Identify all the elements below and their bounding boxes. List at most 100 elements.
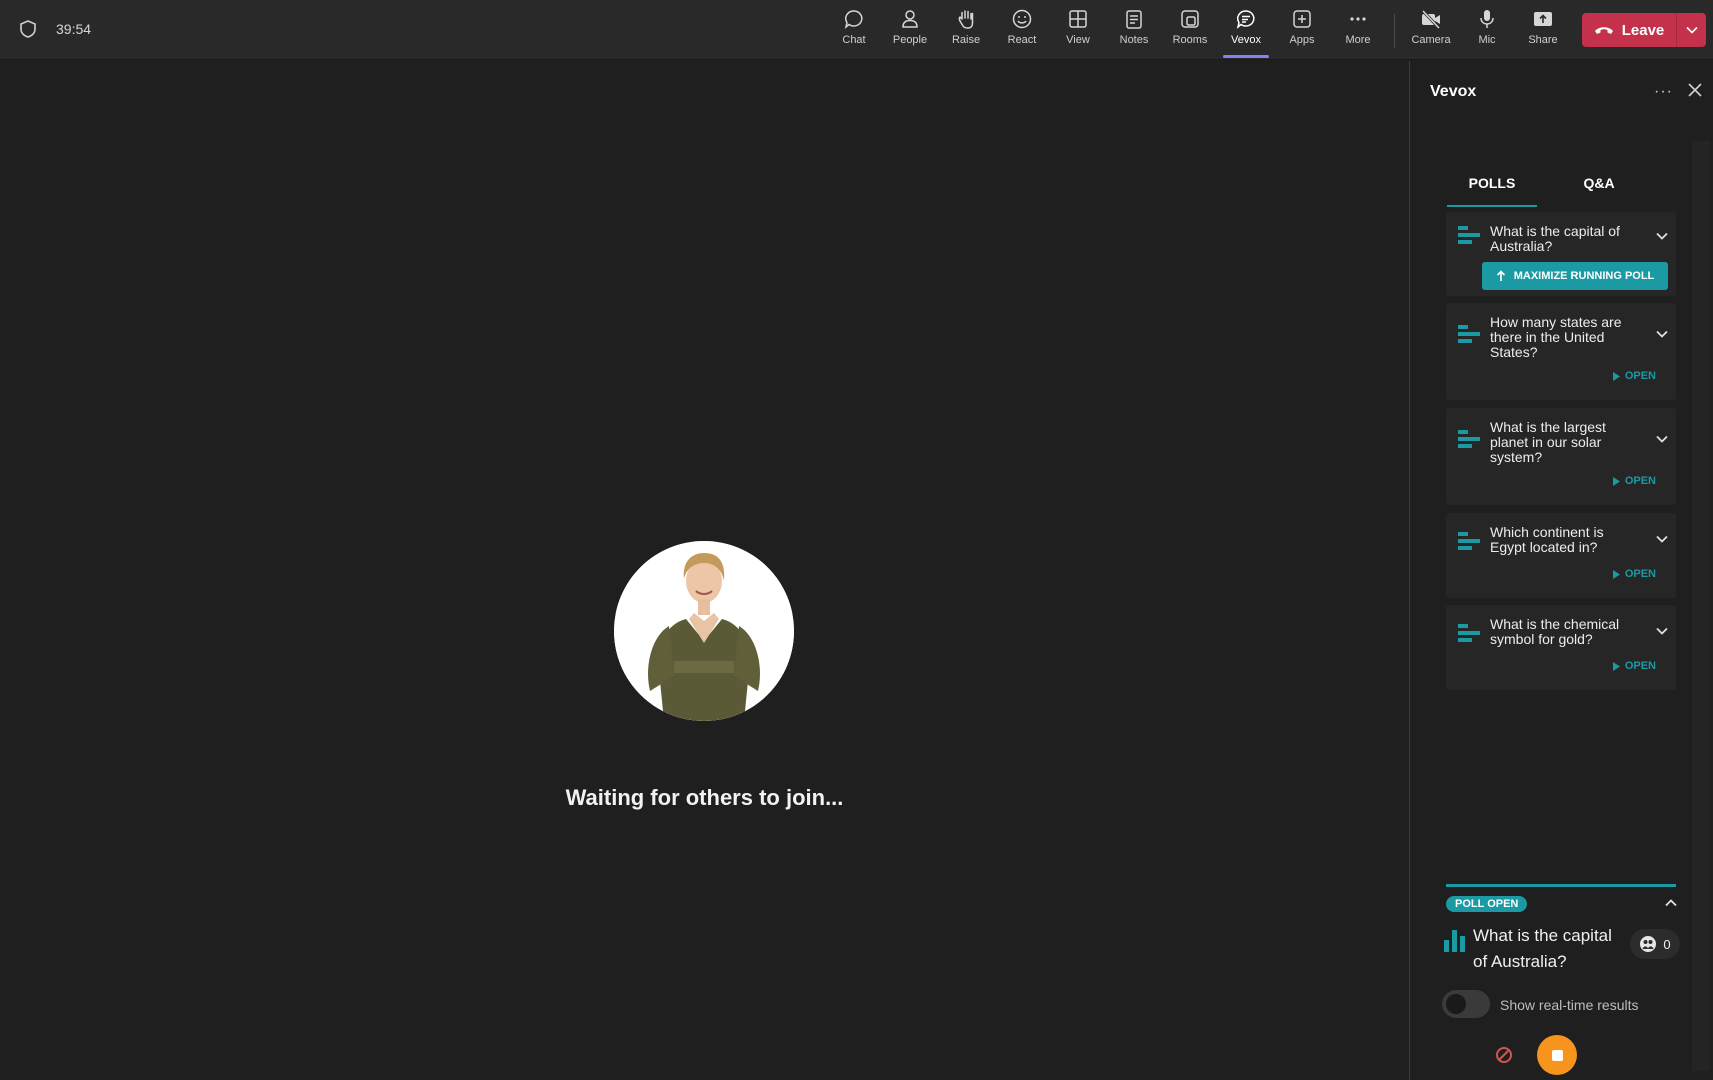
stop-icon	[1551, 1049, 1563, 1061]
share-button[interactable]: Share	[1515, 8, 1571, 54]
play-icon	[1612, 371, 1620, 381]
rooms-icon	[1181, 10, 1199, 28]
people-label: People	[892, 34, 928, 46]
vevox-label: Vevox	[1231, 34, 1261, 46]
tab-qa[interactable]: Q&A	[1564, 165, 1634, 207]
more-icon	[1350, 17, 1366, 21]
react-label: React	[1007, 34, 1037, 46]
rooms-button[interactable]: Rooms	[1162, 8, 1218, 54]
poll-question: What is the chemical symbol for gold?	[1490, 616, 1620, 647]
waiting-message: Waiting for others to join...	[565, 785, 844, 810]
chevron-down-icon[interactable]	[1656, 535, 1668, 543]
poll-question: What is the largest planet in our solar …	[1490, 419, 1606, 465]
poll-bars-icon	[1458, 430, 1480, 448]
chevron-down-icon[interactable]	[1656, 627, 1668, 635]
mic-label: Mic	[1478, 34, 1496, 46]
ban-icon[interactable]	[1494, 1045, 1514, 1065]
poll-card[interactable]: What is the chemical symbol for gold? OP…	[1446, 605, 1676, 690]
leave-label: Leave	[1621, 21, 1665, 39]
open-label: OPEN	[1624, 370, 1656, 382]
panel-title: Vevox	[1430, 83, 1477, 100]
vevox-button[interactable]: Vevox	[1218, 8, 1274, 58]
view-label: View	[1066, 34, 1090, 46]
open-label: OPEN	[1624, 660, 1656, 672]
poll-card[interactable]: What is the largest planet in our solar …	[1446, 408, 1676, 505]
live-poll-divider	[1446, 884, 1676, 887]
poll-bars-icon	[1458, 226, 1480, 244]
raise-label: Raise	[951, 34, 981, 46]
phone-hangup-icon	[1594, 27, 1613, 34]
raise-hand-icon	[958, 10, 974, 29]
response-count-value: 0	[1663, 936, 1671, 952]
rooms-label: Rooms	[1172, 34, 1208, 46]
meeting-timer: 39:54	[56, 21, 92, 37]
avatar-photo	[614, 541, 794, 721]
camera-button[interactable]: Camera	[1403, 8, 1459, 54]
leave-main[interactable]: Leave	[1582, 13, 1676, 47]
meeting-toolbar: 39:54 Chat People Raise React View Notes…	[0, 0, 1713, 60]
apps-label: Apps	[1289, 34, 1315, 46]
panel-more-button[interactable]: ···	[1654, 83, 1673, 101]
poll-bars-icon	[1458, 325, 1480, 343]
mic-button[interactable]: Mic	[1459, 8, 1515, 54]
chevron-down-icon[interactable]	[1656, 330, 1668, 338]
open-label: OPEN	[1624, 568, 1656, 580]
open-poll-button[interactable]: OPEN	[1612, 660, 1656, 672]
leave-button[interactable]: Leave	[1582, 13, 1706, 47]
notes-button[interactable]: Notes	[1106, 8, 1162, 54]
open-label: OPEN	[1624, 475, 1656, 487]
toggle-knob	[1446, 994, 1466, 1014]
poll-question: Which continent is Egypt located in?	[1490, 524, 1604, 555]
maximize-label: MAXIMIZE RUNNING POLL	[1513, 270, 1655, 282]
tab-polls[interactable]: POLLS	[1447, 165, 1537, 207]
apps-icon	[1293, 10, 1311, 28]
toolbar-divider	[1394, 14, 1395, 48]
bar-chart-icon	[1444, 930, 1465, 952]
camera-off-icon	[1421, 9, 1441, 30]
poll-card[interactable]: How many states are there in the United …	[1446, 303, 1676, 400]
poll-card[interactable]: What is the capital of Australia? MAXIMI…	[1446, 212, 1676, 296]
maximize-running-poll-button[interactable]: MAXIMIZE RUNNING POLL	[1482, 262, 1668, 290]
open-poll-button[interactable]: OPEN	[1612, 370, 1656, 382]
raise-hand-button[interactable]: Raise	[938, 8, 994, 54]
react-icon	[1012, 9, 1032, 29]
shield-icon	[20, 20, 36, 38]
meeting-stage: Waiting for others to join...	[0, 61, 1409, 1080]
real-time-results-toggle[interactable]	[1442, 990, 1490, 1018]
view-button[interactable]: View	[1050, 8, 1106, 54]
poll-question: What is the capital of Australia?	[1490, 223, 1620, 254]
leave-options-button[interactable]	[1676, 13, 1706, 47]
close-icon[interactable]	[1688, 83, 1702, 97]
chat-button[interactable]: Chat	[826, 8, 882, 54]
participants-icon	[1640, 936, 1657, 952]
notes-icon	[1126, 10, 1142, 29]
chat-label: Chat	[842, 34, 866, 46]
chevron-down-icon[interactable]	[1656, 435, 1668, 443]
open-poll-button[interactable]: OPEN	[1612, 475, 1656, 487]
vevox-icon	[1236, 10, 1255, 29]
panel-tabs: POLLS Q&A	[1446, 165, 1658, 207]
response-count: 0	[1630, 929, 1680, 959]
chevron-down-icon[interactable]	[1656, 232, 1668, 240]
poll-card[interactable]: Which continent is Egypt located in? OPE…	[1446, 513, 1676, 598]
real-time-results-label: Show real-time results	[1500, 997, 1639, 1013]
mic-icon	[1480, 10, 1494, 28]
play-icon	[1612, 569, 1620, 579]
stop-poll-button[interactable]	[1537, 1035, 1577, 1075]
play-icon	[1612, 476, 1620, 486]
poll-bars-icon	[1458, 532, 1480, 550]
arrow-up-icon	[1496, 270, 1505, 281]
share-label: Share	[1528, 34, 1558, 46]
more-button[interactable]: More	[1330, 8, 1386, 54]
poll-bars-icon	[1458, 624, 1480, 642]
panel-scrollbar[interactable]	[1692, 141, 1710, 1071]
chevron-up-icon[interactable]	[1665, 899, 1677, 907]
live-poll-question: What is the capital of Australia?	[1473, 926, 1612, 971]
people-button[interactable]: People	[882, 8, 938, 54]
apps-button[interactable]: Apps	[1274, 8, 1330, 54]
poll-open-badge: POLL OPEN	[1446, 896, 1528, 912]
react-button[interactable]: React	[994, 8, 1050, 54]
open-poll-button[interactable]: OPEN	[1612, 568, 1656, 580]
more-label: More	[1345, 34, 1371, 46]
people-icon	[902, 10, 918, 28]
